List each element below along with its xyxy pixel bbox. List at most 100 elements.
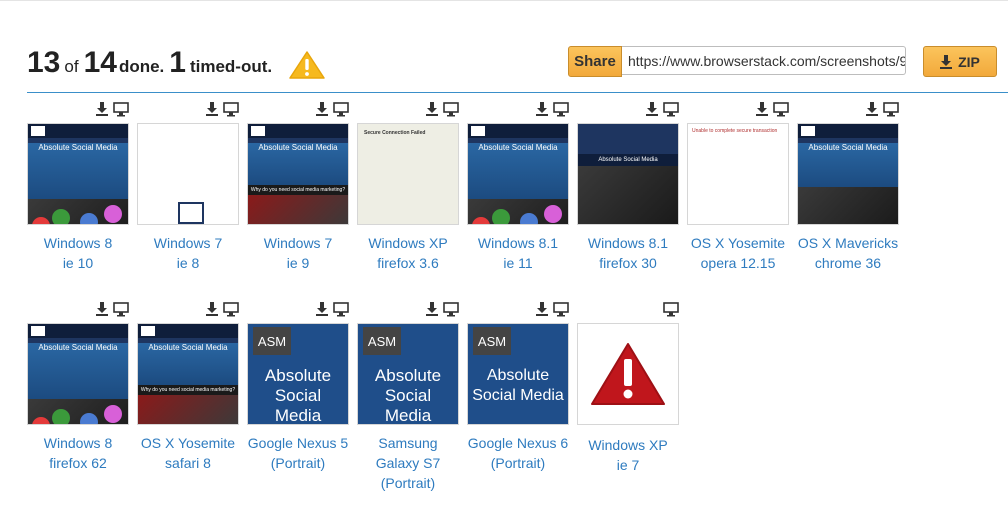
screenshot-os[interactable]: Windows XP xyxy=(563,435,693,455)
tile-actions xyxy=(206,102,239,117)
timed-out-text: timed-out. xyxy=(189,57,273,76)
screenshot-thumbnail[interactable]: Absolute Social Media xyxy=(467,123,569,225)
screenshot-label[interactable]: Windows XP ie 7 xyxy=(563,435,693,475)
done-text: done. xyxy=(118,57,165,76)
download-icon[interactable] xyxy=(96,302,108,316)
zip-label: ZIP xyxy=(958,53,980,70)
share-button[interactable]: Share xyxy=(568,46,622,77)
screenshot-tile[interactable]: Absolute Social Media Windows 8 firefox 62 xyxy=(27,302,129,492)
screenshot-thumbnail[interactable]: Absolute Social Media Why do you need soc… xyxy=(247,123,349,225)
screenshot-thumbnail[interactable] xyxy=(137,123,239,225)
download-icon[interactable] xyxy=(536,102,548,116)
download-icon[interactable] xyxy=(206,102,218,116)
thumb-error-title: Unable to complete secure transaction xyxy=(692,128,778,134)
download-icon[interactable] xyxy=(756,102,768,116)
total-count: 14 xyxy=(83,46,117,79)
header-divider xyxy=(27,92,1008,93)
download-icon[interactable] xyxy=(206,302,218,316)
tile-actions xyxy=(866,102,899,117)
thumb-line-1: Absolute xyxy=(486,367,550,384)
thumb-site-title: Absolute Social Media xyxy=(578,154,678,166)
done-count: 13 xyxy=(27,46,61,79)
screenshot-tile[interactable]: Absolute Social Media Windows 8 ie 10 xyxy=(27,102,129,292)
screenshot-thumbnail[interactable]: Absolute Social Media xyxy=(797,123,899,225)
monitor-icon[interactable] xyxy=(223,302,239,317)
screenshot-tile[interactable]: Absolute Social Media OS X Mavericks chrom… xyxy=(797,102,899,292)
monitor-icon[interactable] xyxy=(663,102,679,117)
thumb-secure-failed: Secure Connection Failed xyxy=(364,130,426,136)
screenshot-extra[interactable]: (Portrait) xyxy=(343,473,473,493)
thumb-logo: ASM xyxy=(253,327,291,355)
screenshot-tile[interactable]: Absolute Social Media Why do you need soc… xyxy=(247,102,349,292)
screenshot-thumbnail[interactable]: ASM Absolute Social Media xyxy=(247,323,349,425)
screenshot-tile[interactable]: ASM Absolute Social Media Google Nexus 6 (Po… xyxy=(467,302,569,492)
thumb-line-2: Social xyxy=(274,386,322,405)
screenshot-thumbnail[interactable]: ASM Absolute Social Media xyxy=(467,323,569,425)
thumb-site-title: Absolute Social Media xyxy=(258,143,338,152)
download-icon[interactable] xyxy=(426,302,438,316)
monitor-icon[interactable] xyxy=(333,102,349,117)
screenshot-tile[interactable]: Absolute Social Media Windows 8.1 firefox … xyxy=(577,102,679,292)
download-icon[interactable] xyxy=(316,102,328,116)
screenshot-thumbnail[interactable]: ASM Absolute Social Media xyxy=(357,323,459,425)
screenshot-thumbnail[interactable]: Secure Connection Failed xyxy=(357,123,459,225)
top-border xyxy=(0,0,1008,1)
screenshot-thumbnail[interactable]: Absolute Social Media xyxy=(27,323,129,425)
thumb-line-2: Social Media xyxy=(472,387,564,404)
thumb-site-title: Absolute Social Media xyxy=(478,143,558,152)
screenshot-tile[interactable]: ASM Absolute Social Media Google Nexus 5 (Por… xyxy=(247,302,349,492)
screenshot-tile[interactable]: Windows XP ie 7 xyxy=(577,302,679,492)
screenshot-thumbnail[interactable]: Unable to complete secure transaction xyxy=(687,123,789,225)
download-icon[interactable] xyxy=(866,102,878,116)
thumb-logo: ASM xyxy=(473,327,511,355)
screenshot-tile[interactable]: Absolute Social Media Windows 8.1 ie 11 xyxy=(467,102,569,292)
thumb-line-1: Absolute xyxy=(264,366,332,385)
screenshot-tile[interactable]: Secure Connection Failed Windows XP firefo… xyxy=(357,102,459,292)
tile-actions xyxy=(206,302,239,317)
screenshot-os[interactable]: OS X Mavericks xyxy=(783,233,913,253)
monitor-icon[interactable] xyxy=(663,302,679,317)
download-icon[interactable] xyxy=(536,302,548,316)
screenshot-tile[interactable]: Windows 7 ie 8 xyxy=(137,102,239,292)
monitor-icon[interactable] xyxy=(773,102,789,117)
monitor-icon[interactable] xyxy=(443,302,459,317)
download-icon[interactable] xyxy=(426,102,438,116)
screenshot-thumbnail[interactable] xyxy=(577,323,679,425)
error-icon xyxy=(591,343,665,405)
thumb-site-title: Absolute Social Media xyxy=(38,143,118,152)
monitor-icon[interactable] xyxy=(113,302,129,317)
monitor-icon[interactable] xyxy=(883,102,899,117)
tile-actions xyxy=(646,102,679,117)
download-icon[interactable] xyxy=(96,102,108,116)
monitor-icon[interactable] xyxy=(113,102,129,117)
tile-actions xyxy=(426,102,459,117)
screenshot-label[interactable]: OS X Mavericks chrome 36 xyxy=(783,233,913,273)
zip-download-button[interactable]: ZIP xyxy=(923,46,997,77)
screenshot-thumbnail[interactable]: Absolute Social Media Why do you need soc… xyxy=(137,323,239,425)
tile-actions xyxy=(756,102,789,117)
tile-actions xyxy=(426,302,459,317)
download-icon[interactable] xyxy=(316,302,328,316)
monitor-icon[interactable] xyxy=(333,302,349,317)
screenshot-thumbnail[interactable]: Absolute Social Media xyxy=(577,123,679,225)
monitor-icon[interactable] xyxy=(553,302,569,317)
monitor-icon[interactable] xyxy=(223,102,239,117)
screenshot-tile[interactable]: ASM Absolute Social Media Samsung Galaxy S7 (P… xyxy=(357,302,459,492)
screenshot-browser[interactable]: ie 7 xyxy=(563,455,693,475)
thumb-line-3: Media xyxy=(384,406,432,425)
screenshot-tile[interactable]: Absolute Social Media Why do you need soc… xyxy=(137,302,239,492)
download-icon[interactable] xyxy=(646,102,658,116)
timed-out-count: 1 xyxy=(169,46,186,79)
thumb-line-2: Social xyxy=(384,386,432,405)
download-icon xyxy=(940,54,953,69)
tile-actions xyxy=(536,302,569,317)
screenshot-tile[interactable]: Unable to complete secure transaction OS … xyxy=(687,102,789,292)
screenshot-thumbnail[interactable]: Absolute Social Media xyxy=(27,123,129,225)
screenshot-browser[interactable]: chrome 36 xyxy=(783,253,913,273)
monitor-icon[interactable] xyxy=(553,102,569,117)
of-text: of xyxy=(64,57,79,76)
share-url-field[interactable]: https://www.browserstack.com/screenshots… xyxy=(622,46,906,75)
monitor-icon[interactable] xyxy=(443,102,459,117)
tile-actions xyxy=(536,102,569,117)
tile-actions xyxy=(316,102,349,117)
